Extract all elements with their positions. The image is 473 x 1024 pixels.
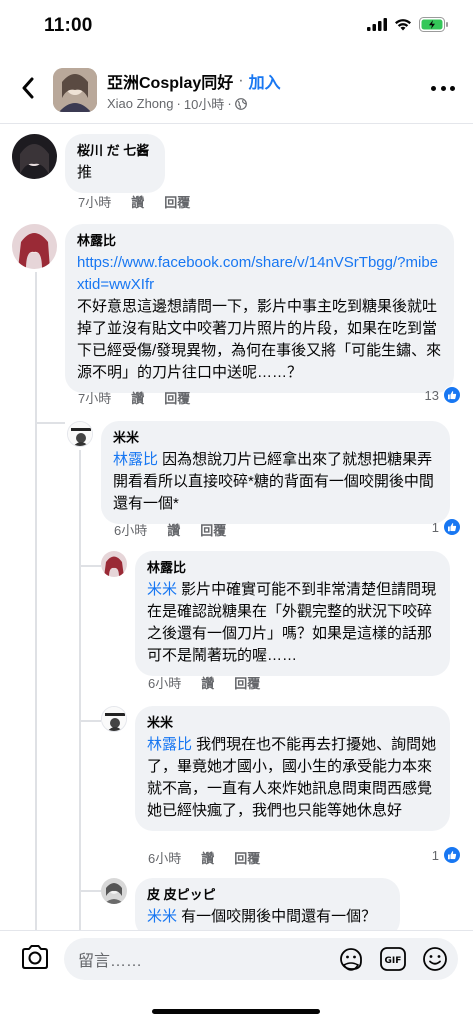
post-subtitle: Xiao Zhong · 10小時 · [107,94,247,113]
reply-button[interactable]: 回覆 [234,673,260,692]
comment-input-placeholder: 留言…… [78,953,143,970]
comment-text: 有一個咬開後中間還有一個？ [177,908,377,925]
reaction-count[interactable]: 1 [432,518,461,536]
composer-icons: GIF [337,945,449,973]
thread-line-nested [79,450,81,930]
wifi-icon [395,19,411,31]
comment-author[interactable]: 米米 [147,714,438,732]
like-button[interactable]: 讚 [201,673,214,692]
comment-time: 6小時 [148,851,182,866]
like-button[interactable]: 讚 [131,388,144,407]
comment-author[interactable]: 桜川 だ 七酱 [77,142,153,160]
like-icon [443,846,461,864]
comment-actions: 6小時 讚 回覆 [148,848,260,867]
signal-icon [367,18,387,31]
reply-button[interactable]: 回覆 [200,520,226,539]
avatar[interactable] [101,551,127,577]
comment-time: 7小時 [78,391,112,406]
comment-bubble: 林露比 米米 影片中確實可能不到非常清楚但請問現在是確認說糖果在「外觀完整的狀況… [135,551,450,676]
back-button[interactable] [14,74,42,102]
comment-bubble: 皮 皮ピッピ 米米 有一個咬開後中間還有一個？ [135,878,400,938]
gif-icon[interactable]: GIF [379,945,407,973]
avatar[interactable] [101,706,127,732]
reaction-number: 1 [431,847,439,863]
emoji-icon[interactable] [421,945,449,973]
camera-button[interactable] [20,943,50,973]
avatar[interactable] [12,134,57,179]
comment-text: 因為想說刀片已經拿出來了就想把糖果弄開看看所以直接咬碎*糖的背面有一個咬開後中間… [113,451,434,512]
home-indicator [152,1009,320,1014]
reply-button[interactable]: 回覆 [164,192,190,211]
camera-icon [22,945,48,969]
battery-icon [419,17,448,32]
group-title-row: 亞洲Cosplay同好 · 加入 [107,69,281,93]
subtitle-separator-2: · [227,96,232,111]
back-arrow-icon [22,77,34,99]
comment-mention[interactable]: 米米 [147,908,177,925]
comment-actions: 7小時 讚 回覆 [78,388,190,407]
post-time: 10小時 [183,97,225,112]
comment-text: 影片中確實可能不到非常清楚但請問現在是確認說糖果在「外觀完整的狀況下咬碎之後還有… [147,581,437,664]
comment-bubble: 林露比 https://www.facebook.com/share/v/14n… [65,224,454,393]
thread-line-curve [35,422,65,424]
reaction-count[interactable]: 1 [432,846,461,864]
comment-author[interactable]: 林露比 [147,559,438,577]
status-icons [367,17,449,32]
comment-time: 6小時 [114,523,148,538]
like-button[interactable]: 讚 [167,520,180,539]
avatar[interactable] [101,878,127,904]
comment-mention[interactable]: 米米 [147,581,177,598]
post-header: 亞洲Cosplay同好 · 加入 Xiao Zhong · 10小時 · [0,54,473,124]
reaction-count[interactable]: 13 [425,386,461,404]
subtitle-separator: · [176,96,181,111]
sticker-icon[interactable] [337,945,365,973]
comment-bubble: 桜川 だ 七酱 推 [65,134,165,193]
like-icon [443,386,461,404]
title-separator: · [238,72,244,89]
comment-bubble: 米米 林露比 我們現在也不能再去打擾她、詢問她了，畢竟她才國小，國小生的承受能力… [135,706,450,831]
poster-name[interactable]: Xiao Zhong [107,96,174,111]
comment-link[interactable]: https://www.facebook.com/share/v/14nVSrT… [77,252,442,296]
status-time: 11:00 [44,15,93,36]
comment-bubble: 米米 林露比 因為想說刀片已經拿出來了就想把糖果弄開看看所以直接咬碎*糖的背面有… [101,421,450,524]
comment-author[interactable]: 皮 皮ピッピ [147,886,388,904]
reply-button[interactable]: 回覆 [164,388,190,407]
more-icon[interactable] [431,80,455,96]
status-bar: 11:00 [0,0,473,54]
join-button[interactable]: 加入 [249,69,281,93]
reply-button[interactable]: 回覆 [234,848,260,867]
thread-line-nested-curve-3 [79,890,101,892]
svg-text:GIF: GIF [385,956,402,966]
reaction-number: 13 [424,387,439,403]
comment-text: 推 [77,164,93,181]
comment-time: 6小時 [148,676,182,691]
comment-text: 不好意思這邊想請問一下，影片中事主吃到糖果後就吐掉了並沒有貼文中咬著刀片照片的片… [77,298,442,381]
like-button[interactable]: 讚 [201,848,214,867]
comment-time: 7小時 [78,195,112,210]
avatar[interactable] [12,224,57,269]
like-button[interactable]: 讚 [131,192,144,211]
globe-icon [234,97,247,110]
reaction-number: 1 [431,519,439,535]
group-name[interactable]: 亞洲Cosplay同好 [107,69,233,93]
thread-line [35,272,37,930]
avatar[interactable] [67,421,93,447]
thread-line-nested-curve-2 [79,720,101,722]
comment-actions: 6小時 讚 回覆 [148,673,260,692]
comment-actions: 6小時 讚 回覆 [114,520,226,539]
comment-author[interactable]: 米米 [113,429,438,447]
group-avatar[interactable] [53,68,97,112]
like-icon [443,518,461,536]
comment-mention[interactable]: 林露比 [113,451,158,468]
thread-line-nested-curve [79,565,101,567]
comment-author[interactable]: 林露比 [77,232,442,250]
comment-mention[interactable]: 林露比 [147,736,192,753]
comment-actions: 7小時 讚 回覆 [78,192,190,211]
